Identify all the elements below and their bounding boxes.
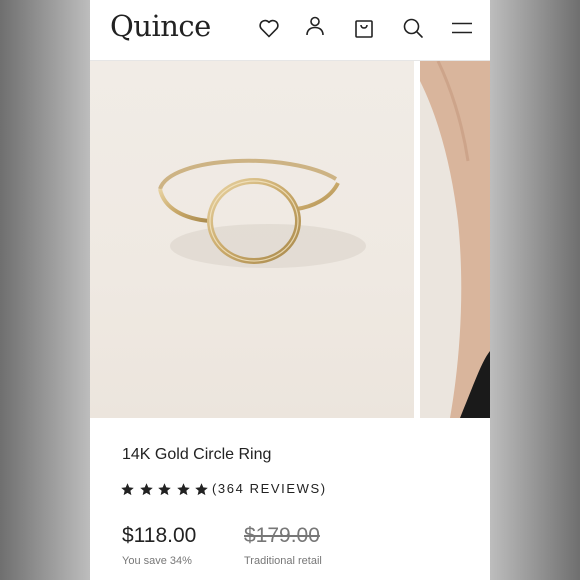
star-icon xyxy=(195,482,208,495)
product-title: 14K Gold Circle Ring xyxy=(122,446,272,463)
product-info: 14K Gold Circle Ring (364 REVIEWS) $118.… xyxy=(90,418,490,580)
backdrop-right xyxy=(490,0,580,580)
star-icon xyxy=(176,482,190,495)
savings-text: You save 34% xyxy=(122,555,192,567)
rating-stars xyxy=(120,480,213,498)
retail-price: $179.00 xyxy=(244,524,320,547)
star-icon xyxy=(121,482,134,495)
brand-logo[interactable]: Quince xyxy=(110,9,211,43)
menu-icon[interactable] xyxy=(450,16,474,40)
account-icon[interactable] xyxy=(303,14,327,38)
star-icon xyxy=(158,482,171,495)
heart-icon[interactable] xyxy=(257,16,281,40)
sale-price: $118.00 xyxy=(122,524,197,547)
backdrop-left xyxy=(0,0,90,580)
product-gallery[interactable] xyxy=(90,61,490,418)
shopping-bag-icon[interactable] xyxy=(352,16,376,40)
product-image-ring[interactable] xyxy=(90,61,414,418)
site-header: Quince xyxy=(90,0,490,61)
reviews-link[interactable]: (364 REVIEWS) xyxy=(212,481,327,496)
search-icon[interactable] xyxy=(401,16,425,40)
star-icon xyxy=(139,482,153,495)
phone-screen: Quince 14K Gold Circle Ring (364 REVIEWS… xyxy=(90,0,490,580)
product-image-worn[interactable] xyxy=(420,61,490,418)
retail-label: Traditional retail xyxy=(244,555,322,567)
